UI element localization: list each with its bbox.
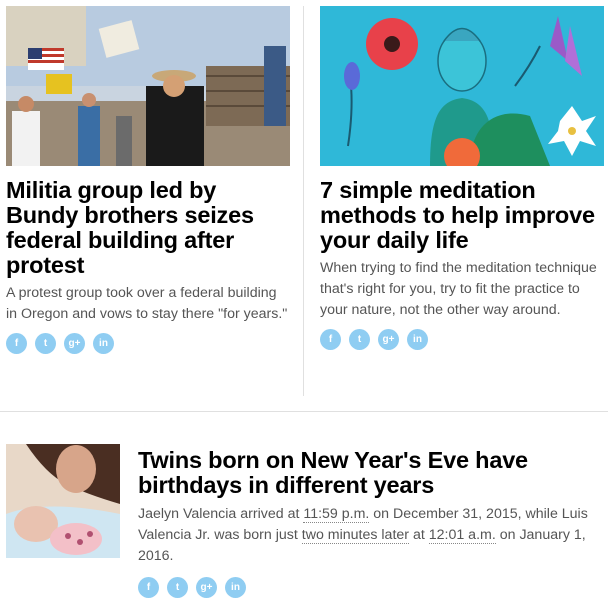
time-link[interactable]: 12:01 a.m. xyxy=(428,527,496,544)
linkedin-icon[interactable]: in xyxy=(225,577,246,598)
share-bar: f t g+ in xyxy=(6,333,290,354)
linkedin-icon[interactable]: in xyxy=(407,329,428,350)
google-plus-icon[interactable]: g+ xyxy=(196,577,217,598)
article-thumbnail[interactable] xyxy=(320,6,604,166)
meditation-illustration xyxy=(320,6,604,166)
google-plus-icon[interactable]: g+ xyxy=(64,333,85,354)
share-bar: f t g+ in xyxy=(320,329,604,350)
time-link[interactable]: 11:59 p.m. xyxy=(303,506,370,523)
article-thumbnail[interactable] xyxy=(6,444,120,558)
article-card-meditation[interactable]: 7 simple meditation methods to help impr… xyxy=(320,6,604,350)
duration-link[interactable]: two minutes later xyxy=(301,527,410,544)
article-summary: Jaelyn Valencia arrived at 11:59 p.m. on… xyxy=(138,504,588,567)
linkedin-icon[interactable]: in xyxy=(93,333,114,354)
summary-text: Jaelyn Valencia arrived at xyxy=(138,506,304,522)
twitter-icon[interactable]: t xyxy=(167,577,188,598)
twitter-icon[interactable]: t xyxy=(349,329,370,350)
share-bar: f t g+ in xyxy=(138,577,588,598)
article-card-twins[interactable]: Twins born on New Year's Eve have birthd… xyxy=(6,444,602,604)
facebook-icon[interactable]: f xyxy=(6,333,27,354)
article-card-militia[interactable]: Militia group led by Bundy brothers seiz… xyxy=(6,6,290,354)
column-divider xyxy=(303,6,304,396)
twitter-icon[interactable]: t xyxy=(35,333,56,354)
article-summary: When trying to find the meditation techn… xyxy=(320,260,597,318)
protest-photo xyxy=(6,6,290,166)
article-thumbnail[interactable] xyxy=(6,6,290,166)
facebook-icon[interactable]: f xyxy=(320,329,341,350)
article-headline[interactable]: 7 simple meditation methods to help impr… xyxy=(320,178,604,253)
section-divider xyxy=(0,411,608,412)
summary-text: at xyxy=(409,527,429,543)
twins-photo xyxy=(6,444,120,558)
google-plus-icon[interactable]: g+ xyxy=(378,329,399,350)
article-headline[interactable]: Twins born on New Year's Eve have birthd… xyxy=(138,448,588,498)
article-headline[interactable]: Militia group led by Bundy brothers seiz… xyxy=(6,178,290,278)
article-summary: A protest group took over a federal buil… xyxy=(6,285,288,322)
facebook-icon[interactable]: f xyxy=(138,577,159,598)
